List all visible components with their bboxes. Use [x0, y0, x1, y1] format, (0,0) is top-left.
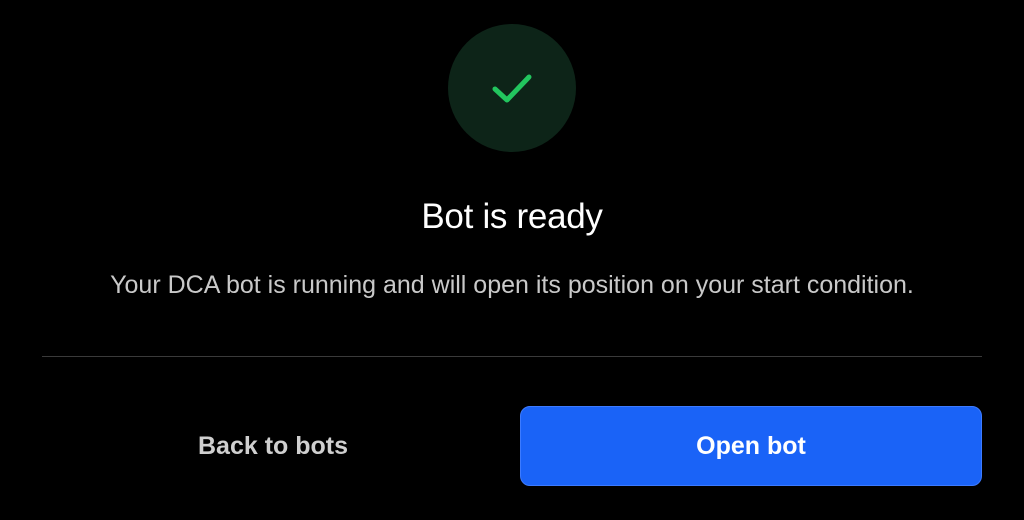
success-badge: [448, 24, 576, 152]
checkmark-icon: [492, 74, 532, 103]
divider: [42, 356, 982, 357]
bot-ready-dialog: Bot is ready Your DCA bot is running and…: [0, 0, 1024, 520]
dialog-description: Your DCA bot is running and will open it…: [110, 271, 914, 299]
dialog-title: Bot is ready: [421, 197, 603, 236]
back-to-bots-button[interactable]: Back to bots: [42, 406, 504, 486]
open-bot-button[interactable]: Open bot: [520, 406, 982, 486]
